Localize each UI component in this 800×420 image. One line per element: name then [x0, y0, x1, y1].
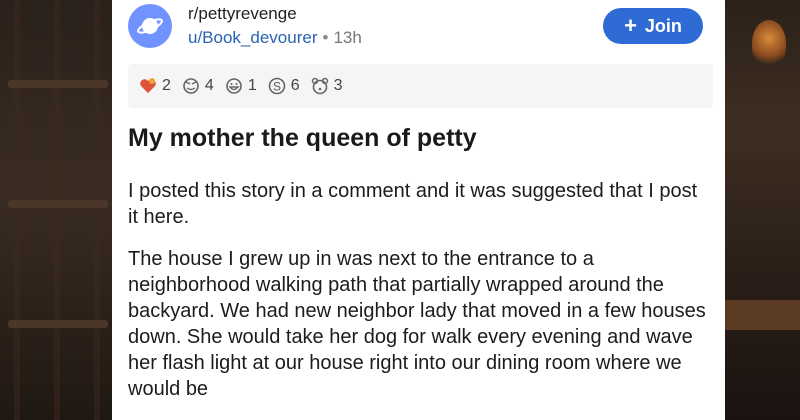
post-card: r/pettyrevenge u/Book_devourer • 13h + Joi… — [112, 0, 725, 420]
award-count: 6 — [290, 77, 300, 94]
award-item[interactable]: 3 — [310, 76, 343, 96]
post-meta: u/Book_devourer • 13h — [188, 28, 362, 48]
post-time: 13h — [333, 28, 362, 47]
award-count: 2 — [162, 77, 171, 94]
subreddit-avatar[interactable] — [128, 4, 172, 48]
subreddit-name[interactable]: r/pettyrevenge — [188, 4, 297, 24]
chair-rail — [8, 200, 108, 208]
post-title[interactable]: My mother the queen of petty — [128, 124, 477, 153]
laugh-award-icon — [226, 78, 242, 94]
bear-award-icon — [311, 77, 328, 95]
award-count: 4 — [204, 77, 214, 94]
award-count: 1 — [247, 77, 257, 94]
join-button[interactable]: + Join — [603, 8, 703, 44]
chair-rail — [8, 80, 108, 88]
award-count: 3 — [333, 77, 343, 94]
award-item[interactable]: 1 — [224, 76, 257, 96]
plus-icon: + — [624, 13, 637, 38]
award-item[interactable]: S 6 — [267, 76, 300, 96]
award-item[interactable]: 2 — [138, 76, 171, 96]
svg-text:S: S — [273, 80, 281, 94]
author-link[interactable]: u/Book_devourer — [188, 28, 317, 47]
chair-rail — [8, 320, 108, 328]
table-edge — [725, 300, 800, 330]
face-award-icon — [183, 78, 199, 94]
post-body: I posted this story in a comment and it … — [128, 178, 708, 418]
background-right-photo — [725, 0, 800, 420]
lamp-glow — [752, 20, 786, 66]
background-left-photo — [0, 0, 112, 420]
join-label: Join — [644, 15, 682, 36]
meta-separator: • — [322, 28, 329, 47]
award-item[interactable]: 4 — [181, 76, 214, 96]
coin-award-icon: S — [268, 77, 286, 95]
post-paragraph: The house I grew up in was next to the e… — [128, 248, 706, 400]
post-paragraph: I posted this story in a comment and it … — [128, 180, 698, 228]
planet-icon — [137, 18, 163, 34]
post-header: r/pettyrevenge u/Book_devourer • 13h + Joi… — [128, 0, 725, 60]
awards-bar[interactable]: 2 4 1 S 6 3 — [128, 64, 713, 108]
heart-award-icon — [140, 78, 156, 93]
